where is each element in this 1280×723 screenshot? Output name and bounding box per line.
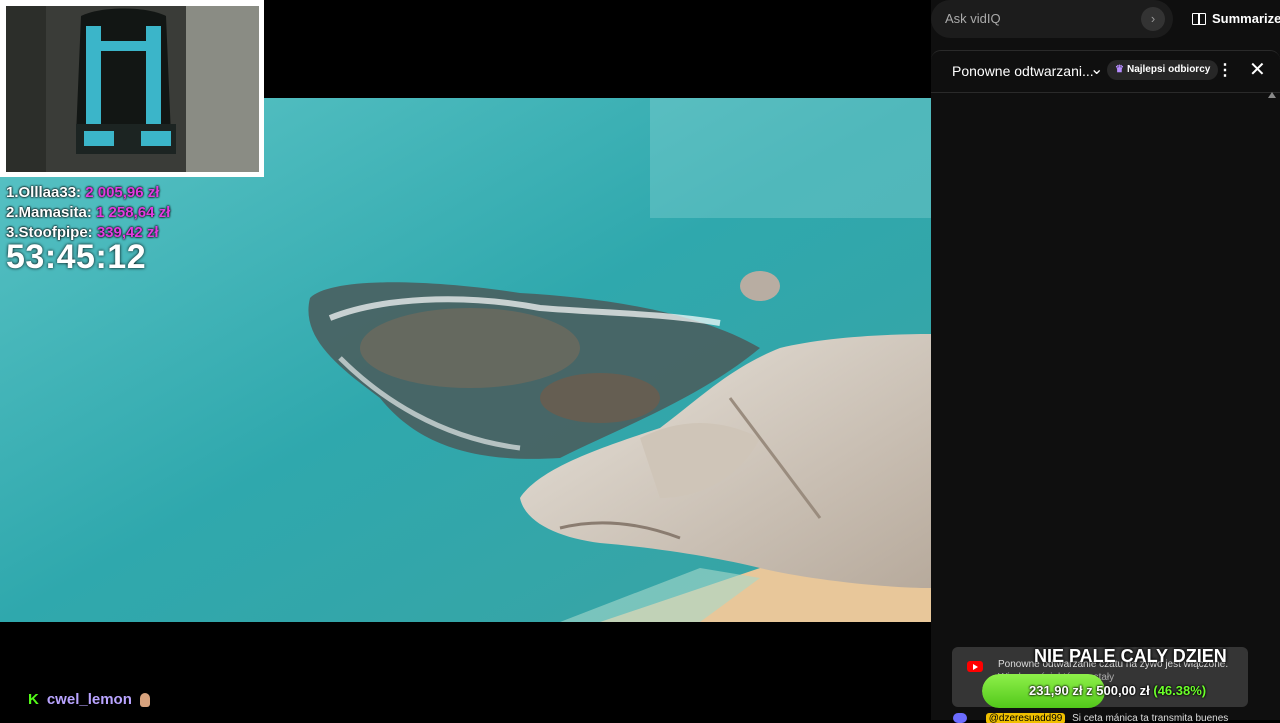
donor-amount: 2 005,96 zł [85,184,160,201]
live-chat-header: Ponowne odtwarzani... ⌄ ♛ Najlepsi odbio… [931,50,1280,93]
send-icon[interactable]: › [1141,7,1165,31]
avatar [953,713,967,723]
donor-name: 2.Mamasita: [6,204,92,221]
chat-text: Si ceta mánica ta transmita buenes [1072,713,1229,723]
goal-percent: (46.38%) [1153,683,1207,698]
webcam-feed [6,6,259,172]
streamer-tag: K cwel_lemon [28,691,150,708]
leaderboard-row: 2.Mamasita: 1 258,64 zł [6,203,170,223]
filter-badge-label: Najlepsi odbiorcy [1126,64,1211,75]
summarize-label: Summarize [1212,11,1280,26]
top-donors-leaderboard: 1.Olllaa33: 2 005,96 zł 2.Mamasita: 1 25… [6,183,170,243]
streamer-name: cwel_lemon [46,691,132,708]
stream-timer: 53:45:12 [6,238,147,276]
goal-target: 500,00 zł [1096,683,1150,698]
vidiq-bar: Ask vidIQ › Summarize [931,0,1280,46]
top-viewers-filter-badge[interactable]: ♛ Najlepsi odbiorcy [1107,60,1219,80]
close-icon[interactable]: ✕ [1249,57,1266,82]
goal-separator: z [1086,683,1093,698]
chat-mode-title[interactable]: Ponowne odtwarzani... [952,63,1094,79]
donation-goal-title: NIE PALE CALY DZIEN [1034,646,1227,666]
scroll-up-icon[interactable] [1268,92,1276,98]
goal-current: 231,90 zł [1029,683,1083,698]
summarize-button[interactable]: Summarize [1192,11,1280,26]
ask-vidiq-input[interactable]: Ask vidIQ › [931,0,1173,38]
gaming-chair-image [6,6,259,172]
more-options-icon[interactable]: ⋮ [1217,60,1233,80]
ask-vidiq-placeholder: Ask vidIQ [945,11,1001,26]
video-player[interactable]: 1.Olllaa33: 2 005,96 zł 2.Mamasita: 1 25… [0,0,931,720]
chat-author[interactable]: @dzeresuadd99 [985,713,1066,723]
chat-message: @dzeresuadd99 Si ceta mánica ta transmit… [953,713,1280,723]
webcam-overlay [0,0,264,177]
donor-amount: 1 258,64 zł [96,204,171,221]
book-icon [1192,12,1206,25]
youtube-icon [967,661,983,672]
crown-icon: ♛ [1115,64,1124,75]
donor-name: 1.Olllaa33: [6,184,82,201]
chevron-down-icon[interactable]: ⌄ [1090,59,1103,79]
hand-emoji-icon [139,692,150,707]
donation-goal-text: 231,90 zł z 500,00 zł (46.38%) [1029,683,1206,698]
right-panel [931,0,1280,720]
leaderboard-row: 1.Olllaa33: 2 005,96 zł [6,183,170,203]
kick-icon: K [28,691,39,708]
